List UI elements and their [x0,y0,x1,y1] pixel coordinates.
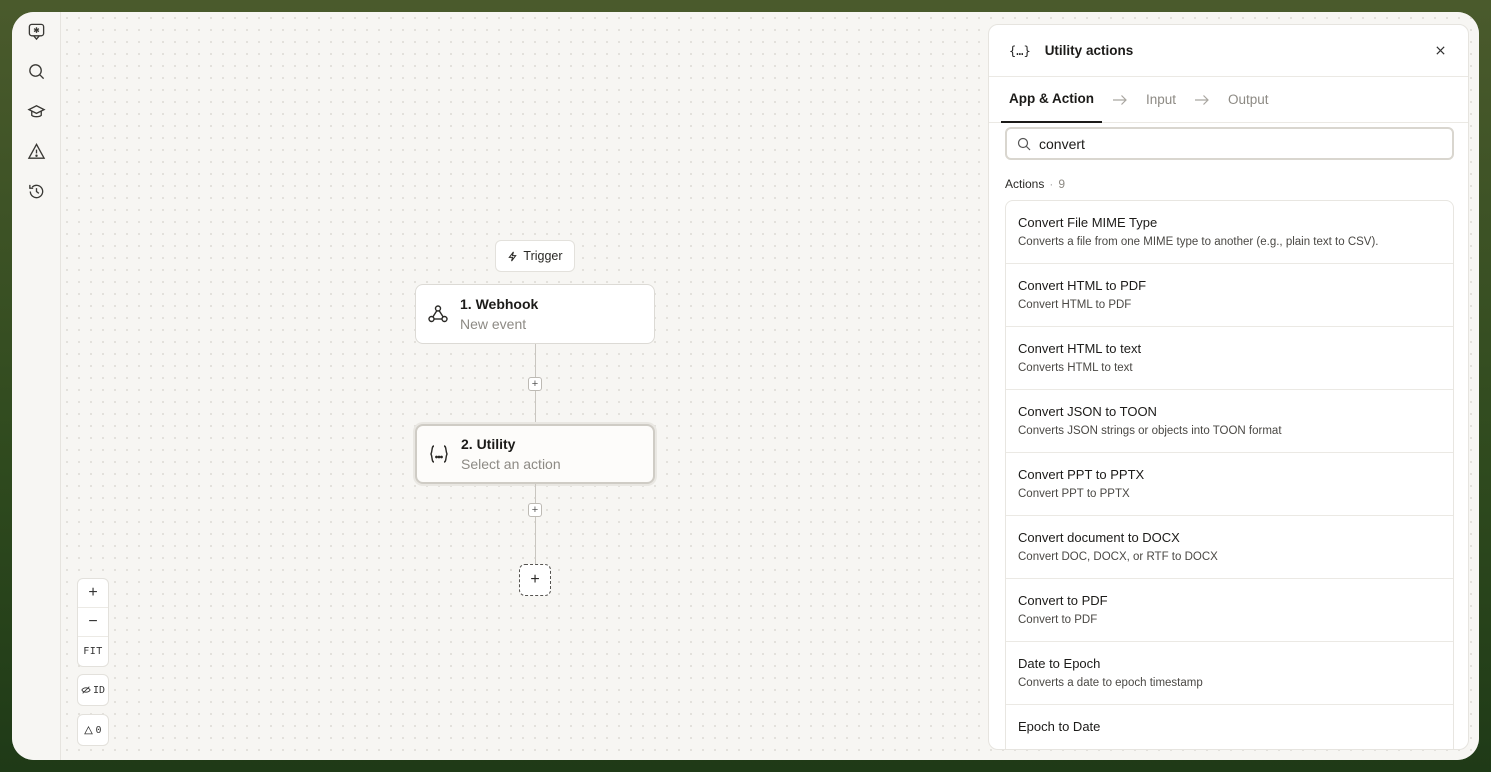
search-icon [1017,137,1031,150]
actions-section-label: Actions · 9 [1005,177,1065,191]
actions-list: Convert File MIME Type Converts a file f… [1005,200,1454,749]
action-search [1005,127,1454,160]
add-node-button[interactable]: + [519,564,551,596]
zoom-controls: + − FIT [77,578,109,667]
item-description: Converts a file from one MIME type to an… [1018,236,1379,248]
panel-header: {…} Utility actions [989,25,1468,77]
node-subtitle: Select an action [461,456,561,472]
workflow-node-webhook[interactable]: 1. Webhook New event [415,284,655,344]
list-item[interactable]: Convert HTML to text Converts HTML to te… [1006,327,1453,390]
item-title: Epoch to Date [1018,719,1101,734]
list-item[interactable]: Convert document to DOCX Convert DOC, DO… [1006,516,1453,579]
arrow-right-icon [1184,94,1220,106]
item-description: Converts a date to epoch timestamp [1018,677,1203,689]
item-title: Convert document to DOCX [1018,530,1180,545]
list-item[interactable]: Convert File MIME Type Converts a file f… [1006,201,1453,264]
id-toggle-label: ID [92,684,106,696]
list-item[interactable]: Convert JSON to TOON Converts JSON strin… [1006,390,1453,453]
node-title: 1. Webhook [460,296,539,312]
warnings-count: 0 [95,724,102,736]
connector-line [535,517,536,564]
close-icon[interactable] [1432,43,1448,59]
step-tabs: App & Action Input Output [989,77,1468,123]
app-window: Trigger 1. Webhook New event + 2. Utilit… [12,12,1479,760]
braces-icon [417,442,461,466]
arrow-right-icon [1102,94,1138,106]
section-title: Actions [1005,177,1045,191]
utility-actions-panel: {…} Utility actions App & Action Input O… [988,24,1469,750]
search-icon[interactable] [25,60,47,82]
learn-icon[interactable] [25,100,47,122]
id-toggle-button[interactable]: ID [77,674,109,706]
trigger-chip[interactable]: Trigger [495,240,575,272]
alert-icon[interactable] [25,140,47,162]
trigger-label: Trigger [523,249,563,263]
list-item[interactable]: Convert PPT to PPTX Convert PPT to PPTX [1006,453,1453,516]
item-title: Convert to PDF [1018,593,1108,608]
item-title: Convert JSON to TOON [1018,404,1157,419]
add-step-button[interactable]: + [528,503,542,517]
item-description: Converts JSON strings or objects into TO… [1018,425,1282,437]
tab-input[interactable]: Input [1138,77,1184,123]
warnings-button[interactable]: 0 [77,714,109,746]
actions-count: 9 [1058,177,1066,191]
tab-app-action[interactable]: App & Action [1001,77,1102,123]
item-description: Convert to PDF [1018,614,1098,626]
zoom-out-button[interactable]: − [78,608,108,637]
item-title: Convert PPT to PPTX [1018,467,1145,482]
search-input[interactable] [1039,135,1442,152]
add-step-button[interactable]: + [528,377,542,391]
item-description: Converts HTML to text [1018,362,1133,374]
tab-output[interactable]: Output [1220,77,1277,123]
node-title: 2. Utility [461,436,516,452]
list-item[interactable]: Convert to PDF Convert to PDF [1006,579,1453,642]
braces-icon: {…} [1009,43,1031,58]
warning-icon [84,725,94,734]
eye-off-icon [81,686,91,694]
connector-line [535,391,536,424]
assistant-icon[interactable] [25,20,47,42]
list-item[interactable]: Date to Epoch Converts a date to epoch t… [1006,642,1453,705]
zoom-in-button[interactable]: + [78,579,108,608]
list-item[interactable]: Epoch to Date [1006,705,1453,749]
item-title: Convert HTML to text [1018,341,1142,356]
fit-view-button[interactable]: FIT [78,637,108,666]
node-subtitle: New event [460,316,527,332]
workflow-node-utility[interactable]: 2. Utility Select an action [415,424,655,484]
item-title: Convert File MIME Type [1018,215,1158,230]
list-item[interactable]: Convert HTML to PDF Convert HTML to PDF [1006,264,1453,327]
item-title: Date to Epoch [1018,656,1101,671]
item-description: Convert DOC, DOCX, or RTF to DOCX [1018,551,1218,563]
panel-title: Utility actions [1044,43,1134,58]
item-description: Convert PPT to PPTX [1018,488,1130,500]
history-icon[interactable] [25,180,47,202]
section-separator: · [1049,177,1054,191]
webhook-icon [416,302,460,326]
left-rail [12,12,61,760]
item-description: Convert HTML to PDF [1018,299,1132,311]
item-title: Convert HTML to PDF [1018,278,1147,293]
